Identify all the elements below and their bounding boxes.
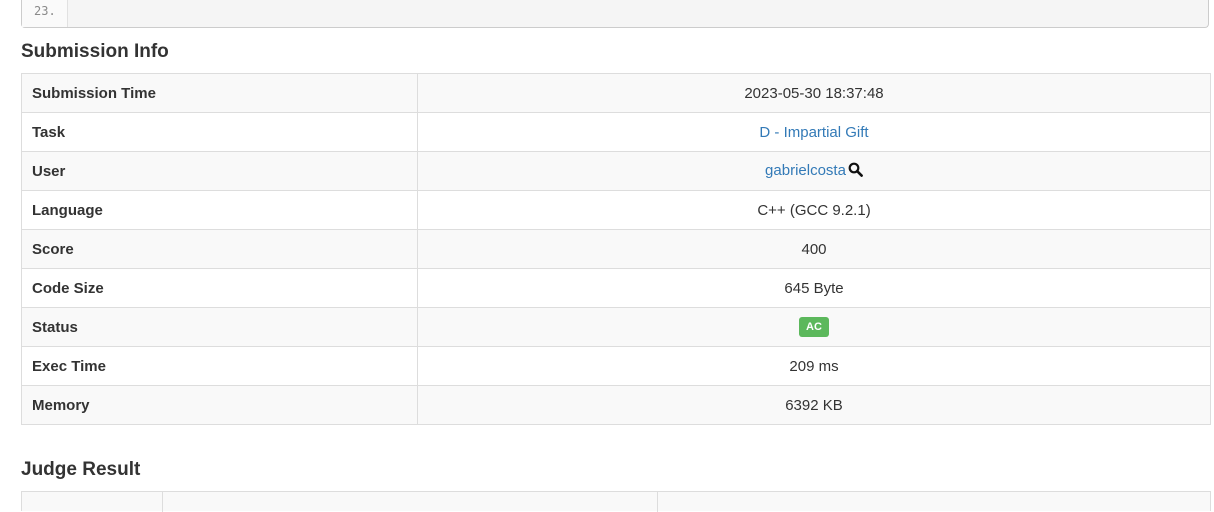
submission-info-heading: Submission Info xyxy=(21,41,169,62)
line-number: 23. xyxy=(34,4,56,18)
status-badge: AC xyxy=(799,317,829,337)
row-label: Status xyxy=(21,307,418,347)
table-row: Status AC xyxy=(21,307,1211,347)
source-code-block: 23. xyxy=(21,0,1209,28)
exec-time-value: 209 ms xyxy=(417,346,1211,386)
status-value: AC xyxy=(417,307,1211,347)
row-label: Exec Time xyxy=(21,346,418,386)
table-row: Exec Time 209 ms xyxy=(21,346,1211,386)
submission-info-table: Submission Time 2023-05-30 18:37:48 Task… xyxy=(21,73,1211,425)
user-link[interactable]: gabrielcosta xyxy=(765,162,846,179)
submission-time-value: 2023-05-30 18:37:48 xyxy=(417,73,1211,113)
table-row: Submission Time 2023-05-30 18:37:48 xyxy=(21,73,1211,113)
table-row: Code Size 645 Byte xyxy=(21,268,1211,308)
line-number-gutter: 23. xyxy=(22,0,68,27)
language-value: C++ (GCC 9.2.1) xyxy=(417,190,1211,230)
column-divider xyxy=(162,492,163,512)
memory-value: 6392 KB xyxy=(417,385,1211,425)
task-value: D - Impartial Gift xyxy=(417,112,1211,152)
table-row: Language C++ (GCC 9.2.1) xyxy=(21,190,1211,230)
row-label: Language xyxy=(21,190,418,230)
row-label: User xyxy=(21,151,418,191)
table-row: Score 400 xyxy=(21,229,1211,269)
row-label: Memory xyxy=(21,385,418,425)
row-label: Submission Time xyxy=(21,73,418,113)
task-link[interactable]: D - Impartial Gift xyxy=(759,124,868,141)
row-label: Score xyxy=(21,229,418,269)
search-icon[interactable] xyxy=(848,162,863,181)
judge-result-heading: Judge Result xyxy=(21,459,141,480)
column-divider xyxy=(657,492,658,512)
judge-result-table xyxy=(21,491,1211,512)
table-row: Memory 6392 KB xyxy=(21,385,1211,425)
table-row: User gabrielcosta xyxy=(21,151,1211,191)
score-value: 400 xyxy=(417,229,1211,269)
row-label: Task xyxy=(21,112,418,152)
user-value: gabrielcosta xyxy=(417,151,1211,191)
code-size-value: 645 Byte xyxy=(417,268,1211,308)
table-row: Task D - Impartial Gift xyxy=(21,112,1211,152)
row-label: Code Size xyxy=(21,268,418,308)
